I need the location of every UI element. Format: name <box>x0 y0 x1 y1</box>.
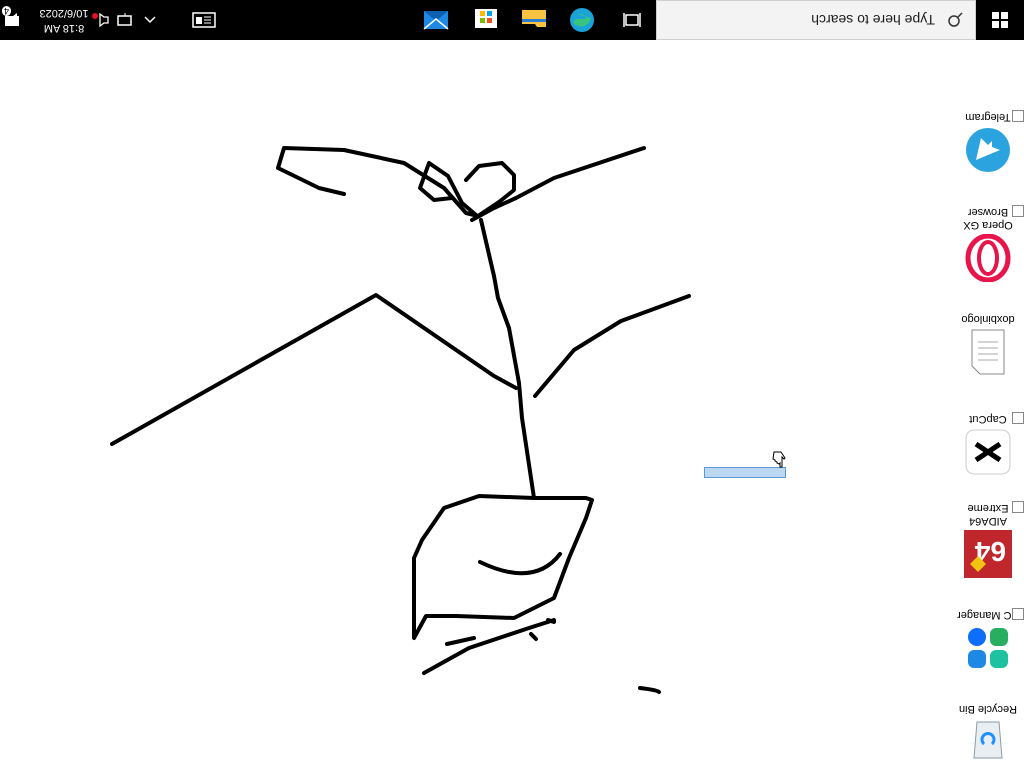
desktop-icon-label: Recycle Bin <box>958 703 1018 715</box>
text-file-icon <box>964 328 1012 376</box>
edge-icon <box>570 8 594 32</box>
shortcut-arrow-icon <box>1012 412 1024 424</box>
mail-icon <box>423 11 449 30</box>
search-icon <box>935 0 975 40</box>
hand-cursor-icon <box>772 451 786 468</box>
clock-time: 8:18 AM <box>43 22 85 34</box>
desktop-icon-opera-gx[interactable]: Opera GX Browser <box>952 205 1024 283</box>
stick-figure-drawing <box>110 146 691 694</box>
pc-manager-icon <box>964 624 1012 672</box>
desktop-icon-pc-manager[interactable]: PC Manager <box>952 608 1024 672</box>
aida64-icon: 64 <box>964 530 1012 578</box>
system-tray: 8:18 AM 10/6/2023 4 <box>0 0 230 40</box>
mail-taskbar-button[interactable] <box>414 0 458 40</box>
windows-logo-icon <box>992 12 1008 28</box>
folder-icon <box>522 10 546 27</box>
desktop-icon-telegram[interactable]: Telegram <box>952 110 1024 174</box>
chevron-up-icon <box>144 16 156 24</box>
taskbar-clock[interactable]: 8:18 AM 10/6/2023 <box>24 0 104 40</box>
desktop-icon-recycle-bin[interactable]: Recycle Bin <box>952 702 1024 766</box>
news-widget-button[interactable] <box>186 0 222 40</box>
opera-gx-icon <box>964 233 1012 283</box>
capcut-icon <box>964 428 1012 476</box>
shortcut-arrow-icon <box>1012 501 1024 513</box>
store-taskbar-button[interactable] <box>464 0 508 40</box>
desktop-icon-doxbinlogo[interactable]: doxbinlogo <box>952 312 1024 376</box>
show-hidden-icons-button[interactable] <box>138 0 162 40</box>
task-view-button[interactable] <box>612 0 652 40</box>
task-view-icon <box>623 13 641 27</box>
notification-center-button[interactable]: 4 <box>0 0 24 40</box>
file-explorer-taskbar-button[interactable] <box>512 0 556 40</box>
shortcut-arrow-icon <box>1012 205 1024 217</box>
desktop-icon-aida64[interactable]: 64 AIDA64 Extreme <box>952 501 1024 578</box>
network-disconnected-icon <box>117 13 132 26</box>
desktop-screen: Recycle Bin PC Manager 64 AIDA64 Extreme… <box>0 0 1024 768</box>
telegram-icon <box>964 126 1012 174</box>
search-placeholder: Type here to search <box>811 12 935 28</box>
recycle-bin-icon <box>964 718 1012 766</box>
taskbar-search-box[interactable]: Type here to search <box>656 0 976 40</box>
shortcut-arrow-icon <box>1012 608 1024 620</box>
shortcut-arrow-icon <box>1012 110 1024 122</box>
selection-rectangle <box>704 467 786 478</box>
clock-date: 10/6/2023 <box>39 7 89 19</box>
edge-taskbar-button[interactable] <box>560 0 604 40</box>
notification-count-badge: 4 <box>2 6 12 16</box>
taskbar: Type here to search 8:18 AM 10/6/2023 4 <box>0 0 1024 40</box>
news-icon <box>192 12 216 28</box>
desktop-icon-capcut[interactable]: CapCut <box>952 412 1024 476</box>
start-button[interactable] <box>976 0 1024 40</box>
desktop-icon-label: doxbinlogo <box>961 313 1015 325</box>
network-tray-button[interactable] <box>112 0 136 40</box>
store-icon <box>475 9 497 28</box>
